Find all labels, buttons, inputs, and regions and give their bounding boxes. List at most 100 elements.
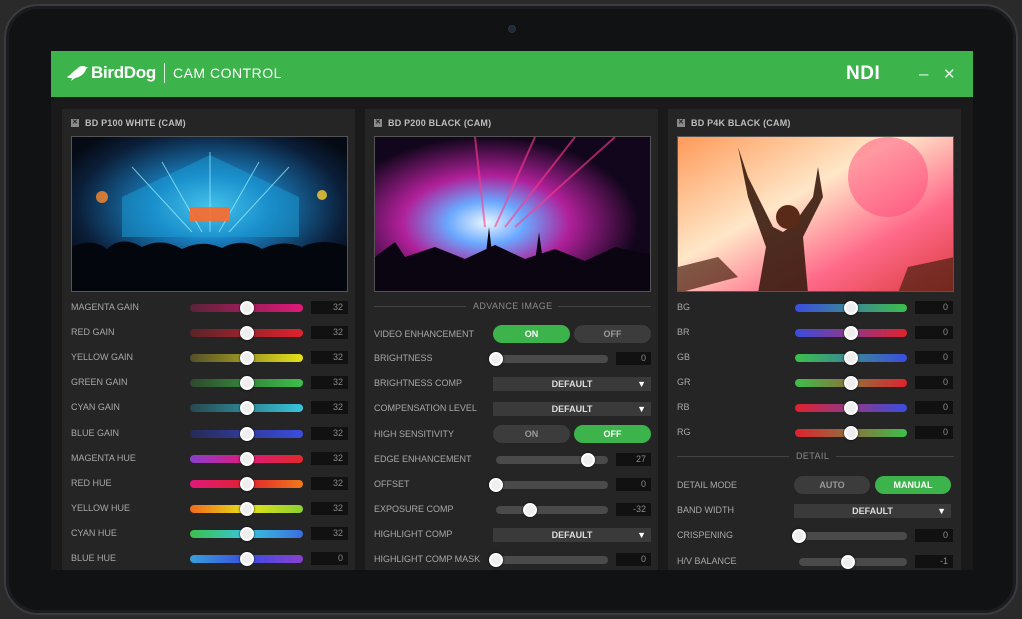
dropdown-select[interactable]: DEFAULT ▼: [493, 402, 651, 417]
slider-track[interactable]: [190, 326, 303, 341]
value-field[interactable]: 0: [616, 352, 651, 366]
dropdown-select[interactable]: DEFAULT ▼: [493, 527, 651, 542]
value-field[interactable]: 32: [311, 451, 348, 465]
slider-track[interactable]: [795, 351, 907, 365]
toggle-off[interactable]: OFF: [574, 425, 651, 444]
camera-preview[interactable]: [677, 136, 954, 292]
slider-track[interactable]: [190, 301, 303, 315]
control-label: CYAN HUE: [71, 527, 117, 538]
minimize-button[interactable]: –: [919, 64, 928, 84]
toggle-on[interactable]: ON: [493, 325, 570, 343]
app-logo: BirdDog CAM CONTROL: [65, 63, 282, 83]
slider-track[interactable]: [795, 401, 907, 415]
close-panel-icon[interactable]: ✕: [677, 119, 685, 127]
close-panel-icon[interactable]: ✕: [71, 119, 79, 127]
value-field[interactable]: 0: [311, 552, 348, 565]
slider-handle[interactable]: [489, 352, 503, 367]
camera-preview[interactable]: [374, 136, 651, 292]
close-button[interactable]: ✕: [943, 65, 956, 83]
control-label: OFFSET: [374, 478, 410, 489]
value-field[interactable]: 32: [311, 351, 348, 365]
slider-track[interactable]: [799, 554, 907, 569]
slider-track[interactable]: [190, 476, 303, 491]
slider-handle[interactable]: [522, 502, 537, 517]
value-field[interactable]: 0: [915, 376, 953, 389]
control-row-highlight-comp: HIGHLIGHT COMP DEFAULT ▼: [374, 527, 651, 542]
slider-handle[interactable]: [239, 426, 254, 441]
slider-track[interactable]: [489, 552, 608, 567]
slider-track[interactable]: [489, 352, 608, 367]
slider-handle[interactable]: [489, 552, 503, 567]
value-field[interactable]: 32: [311, 301, 348, 314]
value-field[interactable]: 27: [616, 452, 651, 466]
value-field[interactable]: 32: [311, 501, 348, 515]
slider-handle[interactable]: [844, 326, 858, 340]
slider-track[interactable]: [190, 451, 303, 466]
slider-handle[interactable]: [239, 301, 254, 315]
slider-handle[interactable]: [844, 351, 858, 365]
slider-handle[interactable]: [489, 477, 503, 492]
value-field[interactable]: 0: [915, 301, 953, 314]
panel-title: BD P200 BLACK (CAM): [388, 118, 492, 128]
camera-preview[interactable]: [71, 136, 348, 292]
slider-handle[interactable]: [844, 376, 858, 390]
slider-track[interactable]: [792, 529, 907, 543]
slider-track[interactable]: [190, 376, 303, 391]
value-field[interactable]: 32: [311, 401, 348, 415]
slider-track[interactable]: [795, 326, 907, 340]
slider-track[interactable]: [190, 426, 303, 441]
control-row-crispening: CRISPENING 0: [677, 529, 954, 543]
value-field[interactable]: 0: [616, 477, 651, 491]
close-panel-icon[interactable]: ✕: [374, 119, 382, 127]
slider-track[interactable]: [190, 552, 303, 566]
slider-track[interactable]: [496, 452, 608, 467]
slider-track[interactable]: [190, 351, 303, 366]
camera-panel-p4k: ✕ BD P4K BLACK (CAM) BG 0 BR 0 GB 0 GR 0…: [668, 109, 961, 570]
value-field[interactable]: -1: [915, 554, 953, 568]
value-field[interactable]: 0: [915, 351, 953, 364]
slider-track[interactable]: [489, 477, 608, 492]
slider-handle[interactable]: [239, 526, 254, 541]
toggle-off[interactable]: OFF: [574, 325, 651, 343]
value-field[interactable]: 32: [311, 426, 348, 440]
slider-track[interactable]: [496, 502, 608, 517]
slider-handle[interactable]: [239, 552, 254, 566]
value-field[interactable]: 0: [915, 401, 953, 414]
value-field[interactable]: 32: [311, 376, 348, 390]
value-field[interactable]: 32: [311, 326, 348, 340]
slider-handle[interactable]: [239, 376, 254, 391]
slider-handle[interactable]: [239, 351, 254, 366]
slider-track[interactable]: [190, 526, 303, 541]
value-field[interactable]: -32: [616, 502, 651, 516]
control-row-brightness-comp: BRIGHTNESS COMP DEFAULT ▼: [374, 377, 651, 392]
control-label: RED GAIN: [71, 327, 115, 338]
slider-handle[interactable]: [239, 476, 254, 491]
slider-handle[interactable]: [844, 426, 858, 440]
slider-handle[interactable]: [239, 451, 254, 466]
toggle-manual[interactable]: MANUAL: [875, 476, 951, 494]
slider-track[interactable]: [190, 501, 303, 516]
dropdown-select[interactable]: DEFAULT ▼: [794, 503, 951, 518]
value-field[interactable]: 32: [311, 526, 348, 540]
dropdown-select[interactable]: DEFAULT ▼: [493, 377, 651, 392]
slider-track[interactable]: [190, 401, 303, 416]
slider-handle[interactable]: [239, 501, 254, 516]
slider-handle[interactable]: [239, 401, 254, 416]
slider-track[interactable]: [795, 376, 907, 390]
slider-handle[interactable]: [840, 554, 855, 569]
slider-handle[interactable]: [792, 529, 806, 543]
slider-handle[interactable]: [239, 326, 254, 341]
value-field[interactable]: 32: [311, 476, 348, 490]
value-field[interactable]: 0: [915, 326, 953, 339]
control-row-detail-mode: DETAIL MODE AUTO MANUAL: [677, 476, 954, 494]
slider-handle[interactable]: [844, 301, 858, 315]
slider-handle[interactable]: [580, 452, 595, 467]
toggle-auto[interactable]: AUTO: [794, 476, 870, 494]
toggle-on[interactable]: ON: [493, 425, 570, 444]
slider-track[interactable]: [795, 301, 907, 315]
slider-track[interactable]: [795, 426, 907, 440]
slider-handle[interactable]: [844, 401, 858, 415]
value-field[interactable]: 0: [616, 552, 651, 566]
value-field[interactable]: 0: [915, 426, 953, 439]
value-field[interactable]: 0: [915, 529, 953, 542]
